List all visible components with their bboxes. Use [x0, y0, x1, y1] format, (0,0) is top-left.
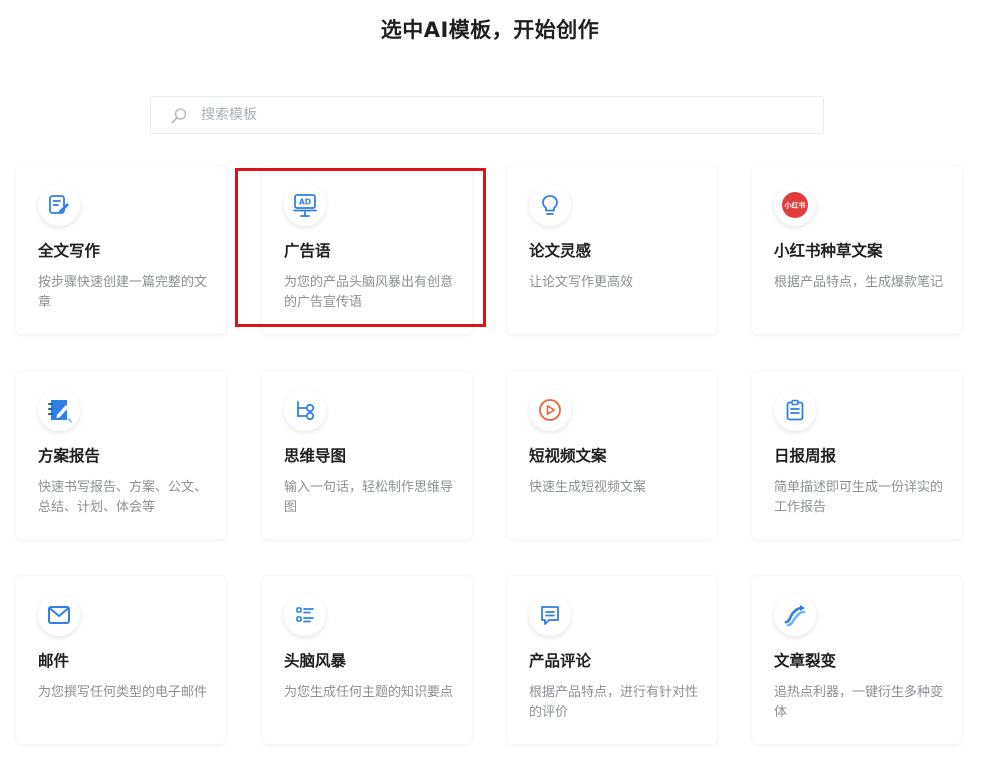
video-play-icon	[529, 389, 571, 431]
split-arrows-icon	[774, 594, 816, 636]
template-card-email[interactable]: 邮件 为您撰写任何类型的电子邮件	[16, 576, 226, 744]
template-title: 产品评论	[529, 652, 592, 670]
ad-board-icon: AD	[284, 184, 326, 226]
template-title: 文章裂变	[774, 652, 837, 670]
template-card-short-video[interactable]: 短视频文案 快速生成短视频文案	[507, 371, 717, 539]
svg-text:AD: AD	[299, 198, 311, 207]
lightbulb-icon	[529, 184, 571, 226]
comment-icon	[529, 594, 571, 636]
template-card-thesis-inspiration[interactable]: 论文灵感 让论文写作更高效	[507, 166, 717, 334]
template-description: 为您生成任何主题的知识要点	[284, 685, 454, 700]
edit-document-icon	[38, 184, 80, 226]
template-description: 让论文写作更高效	[529, 275, 634, 290]
template-card-plan-report[interactable]: 方案报告 快速书写报告、方案、公文、总结、计划、体会等	[16, 371, 226, 539]
mail-icon	[38, 594, 80, 636]
template-card-article-fission[interactable]: 文章裂变 追热点利器，一键衍生多种变体	[752, 576, 962, 744]
template-description: 按步骤快速创建一篇完整的文章	[38, 275, 208, 310]
template-title: 小红书种草文案	[774, 242, 883, 260]
template-description: 为您的产品头脑风暴出有创意的广告宣传语	[284, 275, 454, 310]
template-title: 全文写作	[38, 242, 101, 260]
template-card-full-article[interactable]: 全文写作 按步骤快速创建一篇完整的文章	[16, 166, 226, 334]
template-description: 根据产品特点，生成爆款笔记	[774, 275, 944, 290]
xiaohongshu-logo-text: 小红书	[784, 201, 806, 210]
template-description: 快速生成短视频文案	[529, 480, 647, 495]
template-description: 根据产品特点，进行有针对性的评价	[529, 685, 699, 720]
template-description: 输入一句话，轻松制作思维导图	[284, 480, 454, 515]
template-description: 为您撰写任何类型的电子邮件	[38, 685, 208, 700]
template-card-brainstorm[interactable]: 头脑风暴 为您生成任何主题的知识要点	[262, 576, 472, 744]
xiaohongshu-logo-icon: 小红书	[774, 184, 816, 226]
template-card-mind-map[interactable]: 思维导图 输入一句话，轻松制作思维导图	[262, 371, 472, 539]
template-card-xiaohongshu[interactable]: 小红书 小红书种草文案 根据产品特点，生成爆款笔记	[752, 166, 962, 334]
template-title: 日报周报	[774, 447, 837, 465]
template-title: 思维导图	[284, 447, 347, 465]
template-description: 快速书写报告、方案、公文、总结、计划、体会等	[38, 480, 208, 515]
template-title: 短视频文案	[529, 447, 607, 465]
template-card-product-review[interactable]: 产品评论 根据产品特点，进行有针对性的评价	[507, 576, 717, 744]
clipboard-icon	[774, 389, 816, 431]
template-title: 论文灵感	[529, 242, 592, 260]
template-card-slogan[interactable]: AD 广告语 为您的产品头脑风暴出有创意的广告宣传语	[262, 166, 472, 334]
mind-map-icon	[284, 389, 326, 431]
template-description: 追热点利器，一键衍生多种变体	[774, 685, 944, 720]
template-title: 方案报告	[38, 447, 101, 465]
template-title: 广告语	[284, 242, 331, 260]
template-title: 邮件	[38, 652, 70, 670]
notebook-pen-icon	[38, 389, 80, 431]
template-description: 简单描述即可生成一份详实的工作报告	[774, 480, 944, 515]
template-title: 头脑风暴	[284, 652, 347, 670]
list-icon	[284, 594, 326, 636]
template-card-daily-weekly[interactable]: 日报周报 简单描述即可生成一份详实的工作报告	[752, 371, 962, 539]
